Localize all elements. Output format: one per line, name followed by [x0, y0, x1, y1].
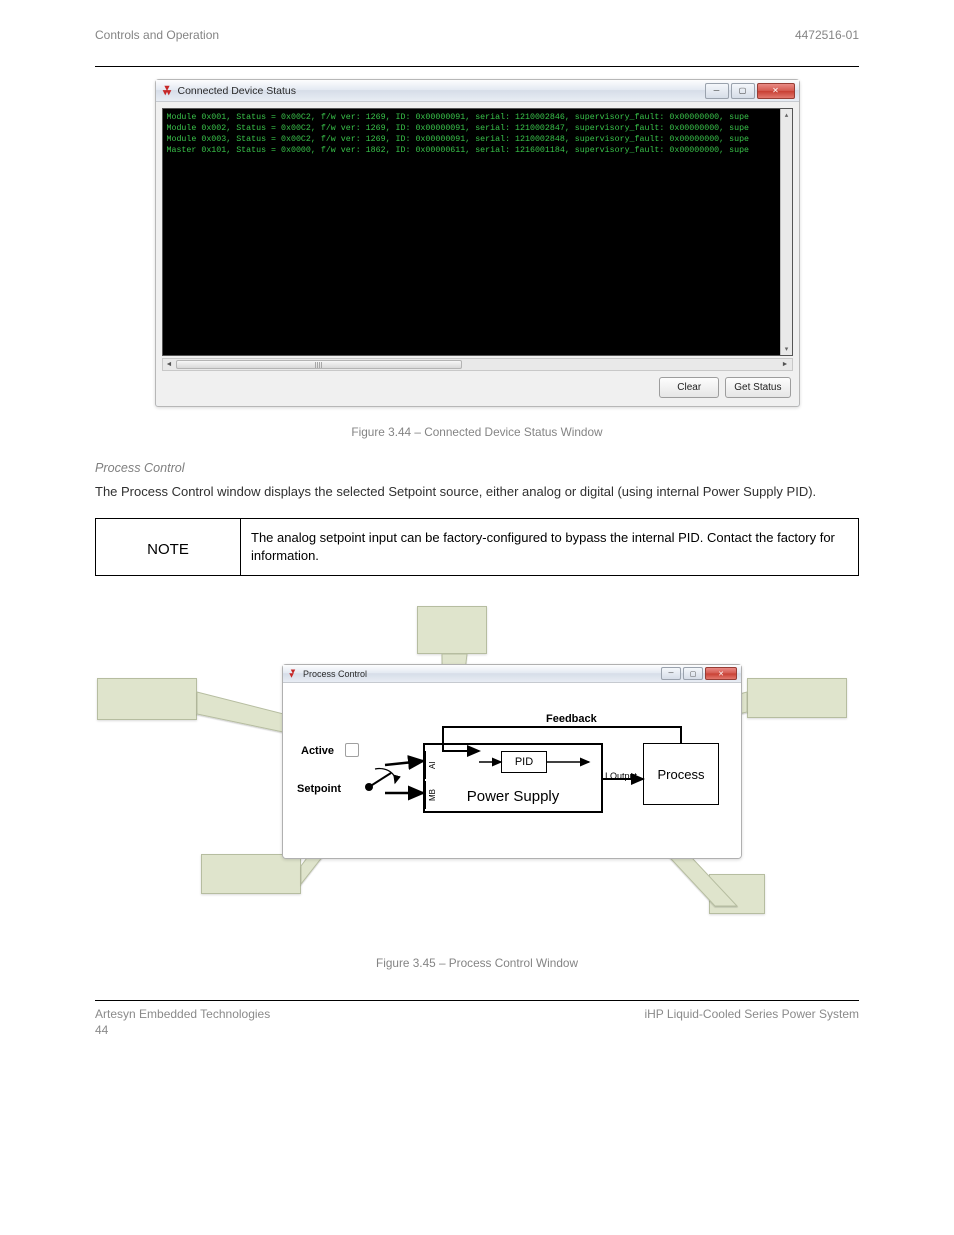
window-title: Process Control: [303, 669, 367, 679]
minimize-button[interactable]: ─: [661, 667, 681, 680]
footer-right: iHP Liquid-Cooled Series Power System: [644, 1007, 859, 1021]
footer-left: Artesyn Embedded Technologies: [95, 1007, 270, 1021]
close-button[interactable]: ✕: [757, 83, 795, 99]
scroll-down-arrow[interactable]: ▾: [781, 343, 793, 355]
note-table: NOTE The analog setpoint input can be fa…: [95, 518, 859, 576]
section-heading: Process Control: [95, 461, 859, 475]
note-text-cell: The analog setpoint input can be factory…: [241, 519, 859, 576]
process-control-diagram: Process Control ─ ▢ ✕ Active Setpoint Fe…: [97, 606, 857, 926]
clear-button[interactable]: Clear: [659, 377, 719, 398]
terminal-text: Module 0x001, Status = 0x00C2, f/w ver: …: [163, 109, 792, 159]
note-label-cell: NOTE: [96, 519, 241, 576]
vertical-scrollbar[interactable]: ▴ ▾: [780, 109, 792, 355]
header-right: 4472516-01: [795, 28, 859, 42]
window-title: Connected Device Status: [178, 85, 296, 97]
close-button[interactable]: ✕: [705, 667, 737, 680]
page-footer: Artesyn Embedded Technologies iHP Liquid…: [95, 1000, 859, 1037]
page-number: 44: [95, 1023, 859, 1037]
callout-box-right-upper: [747, 678, 847, 718]
section-body: The Process Control window displays the …: [95, 483, 859, 500]
maximize-button[interactable]: ▢: [731, 83, 755, 99]
callout-box-left-upper: [97, 678, 197, 720]
window-body: Active Setpoint Feedback AI MB Power Sup…: [283, 683, 741, 858]
process-wires-svg: [283, 683, 741, 858]
get-status-button[interactable]: Get Status: [725, 377, 790, 398]
minimize-button[interactable]: ─: [705, 83, 729, 99]
scroll-right-arrow[interactable]: ►: [779, 359, 792, 370]
app-icon: [287, 668, 299, 680]
scroll-grip-icon: [315, 362, 323, 368]
horizontal-scrollbar[interactable]: ◄ ►: [162, 358, 793, 371]
scroll-up-arrow[interactable]: ▴: [781, 109, 793, 121]
header-rule: [95, 66, 859, 67]
figure-caption: Figure 3.44 – Connected Device Status Wi…: [95, 425, 859, 439]
app-icon: [160, 84, 174, 98]
scroll-thumb[interactable]: [176, 360, 462, 369]
titlebar: Connected Device Status ─ ▢ ✕: [156, 80, 799, 102]
figure-caption: Figure 3.45 – Process Control Window: [95, 956, 859, 970]
callout-box-right-lower: [709, 874, 765, 914]
titlebar: Process Control ─ ▢ ✕: [283, 665, 741, 683]
scroll-left-arrow[interactable]: ◄: [163, 359, 176, 370]
terminal-output: Module 0x001, Status = 0x00C2, f/w ver: …: [162, 108, 793, 356]
header-left: Controls and Operation: [95, 28, 219, 42]
callout-box-top: [417, 606, 487, 654]
window-body: Module 0x001, Status = 0x00C2, f/w ver: …: [156, 102, 799, 406]
process-control-window: Process Control ─ ▢ ✕ Active Setpoint Fe…: [282, 664, 742, 859]
maximize-button[interactable]: ▢: [683, 667, 703, 680]
callout-box-left-lower: [201, 854, 301, 894]
connected-device-status-window: Connected Device Status ─ ▢ ✕ Module 0x0…: [155, 79, 800, 407]
